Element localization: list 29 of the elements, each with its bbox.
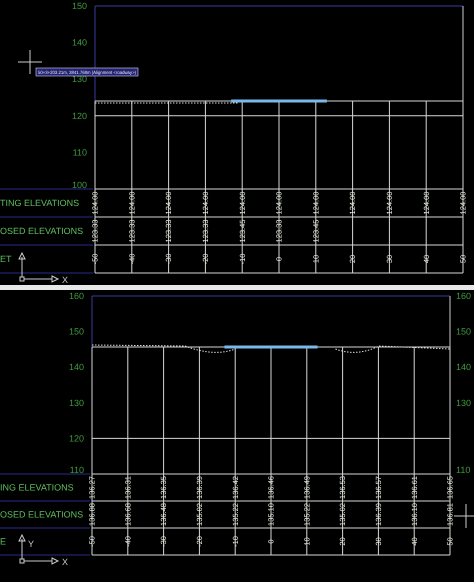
ucs-axes-icon bbox=[18, 252, 60, 283]
axis-label: 130 bbox=[68, 398, 84, 408]
axis-label: 140 bbox=[72, 38, 87, 48]
axis-label: 130 bbox=[72, 74, 87, 84]
crosshair-cursor-icon bbox=[454, 504, 474, 528]
band-title: ET bbox=[0, 254, 12, 264]
band-title: TING ELEVATIONS bbox=[0, 198, 80, 208]
ucs-axes-icon bbox=[18, 534, 60, 565]
axis-label: 100 bbox=[72, 180, 87, 190]
axis-letter: Y bbox=[28, 539, 34, 549]
band-title: OSED ELEVATIONS bbox=[0, 226, 84, 236]
axis-label: 160 bbox=[456, 291, 472, 301]
axis-letter: X bbox=[62, 275, 68, 285]
axis-letter: X bbox=[62, 557, 68, 567]
band-title: E bbox=[0, 536, 6, 546]
axis-label: 140 bbox=[456, 362, 472, 372]
axis-label: 120 bbox=[72, 110, 87, 121]
axis-label: 110 bbox=[72, 147, 87, 158]
axis-label: 110 bbox=[456, 465, 470, 475]
axis-label: 150 bbox=[68, 326, 84, 337]
axis-label: 120 bbox=[68, 433, 84, 444]
axis-label: 140 bbox=[68, 362, 84, 372]
axis-label: 150 bbox=[72, 1, 87, 11]
axis-label: 160 bbox=[68, 291, 84, 301]
band-title: OSED ELEVATIONS bbox=[0, 510, 84, 520]
axis-label: 130 bbox=[456, 398, 472, 408]
axis-label: 150 bbox=[456, 326, 472, 337]
axis-label: 110 bbox=[70, 465, 84, 475]
band-title: ING ELEVATIONS bbox=[0, 482, 74, 492]
